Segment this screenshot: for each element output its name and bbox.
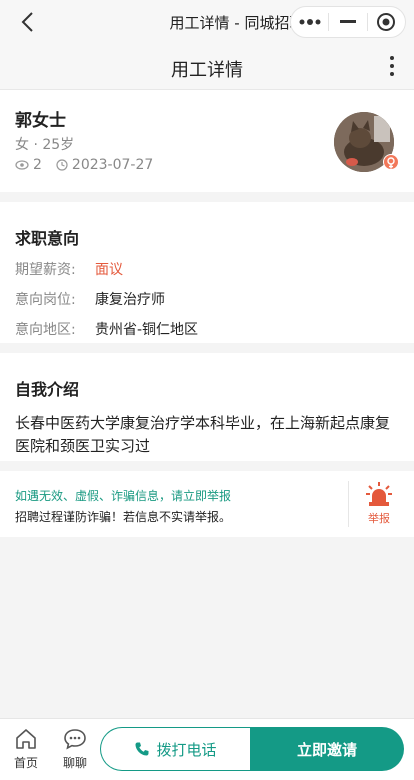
gender-age: 女 · 25岁 <box>15 137 75 153</box>
page-title: 用工详情 <box>171 60 243 81</box>
phone-icon <box>135 742 149 756</box>
intent-label: 意向岗位: <box>15 292 76 308</box>
section-title: 求职意向 <box>15 229 80 248</box>
divider <box>348 481 349 527</box>
call-button[interactable]: 拨打电话 <box>100 727 250 771</box>
section-title: 自我介绍 <box>15 380 80 399</box>
bottom-action-bar: 首页 聊聊 拨打电话 立即邀请 <box>0 718 414 780</box>
profile-stats: 2 2023-07-27 <box>15 157 153 173</box>
capsule-menu <box>290 6 406 38</box>
intent-label: 期望薪资: <box>15 262 76 278</box>
intent-label: 意向地区: <box>15 322 76 338</box>
view-count: 2 <box>33 157 42 173</box>
invite-button[interactable]: 立即邀请 <box>250 727 404 771</box>
intent-row-position: 意向岗位: 康复治疗师 <box>15 289 399 309</box>
chat-label: 聊聊 <box>62 756 87 770</box>
intro-text: 长春中医药大学康复治疗学本科毕业，在上海新起点康复医院和颈医卫实习过 <box>15 414 391 455</box>
intent-value: 面议 <box>95 262 123 278</box>
page-header: 用工详情 <box>0 44 414 90</box>
candidate-name: 郭女士 <box>15 111 66 131</box>
self-intro-card: 自我介绍 长春中医药大学康复治疗学本科毕业，在上海新起点康复医院和颈医卫实习过 <box>0 353 414 461</box>
home-tab[interactable]: 首页 <box>6 727 46 771</box>
home-icon <box>16 729 36 749</box>
intent-value: 康复治疗师 <box>95 292 165 308</box>
post-date: 2023-07-27 <box>71 157 154 173</box>
clock-icon <box>56 159 68 171</box>
fraud-warning: 招聘过程谨防诈骗！若信息不实请举报。 <box>15 510 232 524</box>
profile-card: 郭女士 女 · 25岁 2 2023-07-27 <box>0 90 414 192</box>
eye-icon <box>15 160 29 170</box>
intent-row-region: 意向地区: 贵州省-铜仁地区 <box>15 319 399 339</box>
intent-value: 贵州省-铜仁地区 <box>95 322 199 338</box>
chat-bubble-icon <box>64 729 86 750</box>
more-dots-icon[interactable] <box>291 7 328 37</box>
invite-label: 立即邀请 <box>296 740 357 759</box>
vertical-more-icon[interactable] <box>388 55 396 77</box>
call-label: 拨打电话 <box>156 740 217 759</box>
report-notice: 如遇无效、虚假、诈骗信息，请立即举报 招聘过程谨防诈骗！若信息不实请举报。 举报 <box>0 471 414 537</box>
mini-program-bar: 用工详情 - 同城招聘 <box>0 0 414 44</box>
job-intent-card: 求职意向 期望薪资: 面议 意向岗位: 康复治疗师 意向地区: 贵州省-铜仁地区 <box>0 202 414 343</box>
report-label: 举报 <box>368 512 390 525</box>
home-label: 首页 <box>13 756 38 770</box>
intent-row-salary: 期望薪资: 面议 <box>15 259 399 279</box>
female-icon <box>383 154 399 170</box>
report-button[interactable]: 举报 <box>358 481 400 531</box>
chat-tab[interactable]: 聊聊 <box>55 727 95 771</box>
alarm-siren-icon <box>366 482 392 506</box>
minimize-icon[interactable] <box>329 7 366 37</box>
report-warning: 如遇无效、虚假、诈骗信息，请立即举报 <box>15 489 232 503</box>
close-target-icon[interactable] <box>368 7 405 37</box>
